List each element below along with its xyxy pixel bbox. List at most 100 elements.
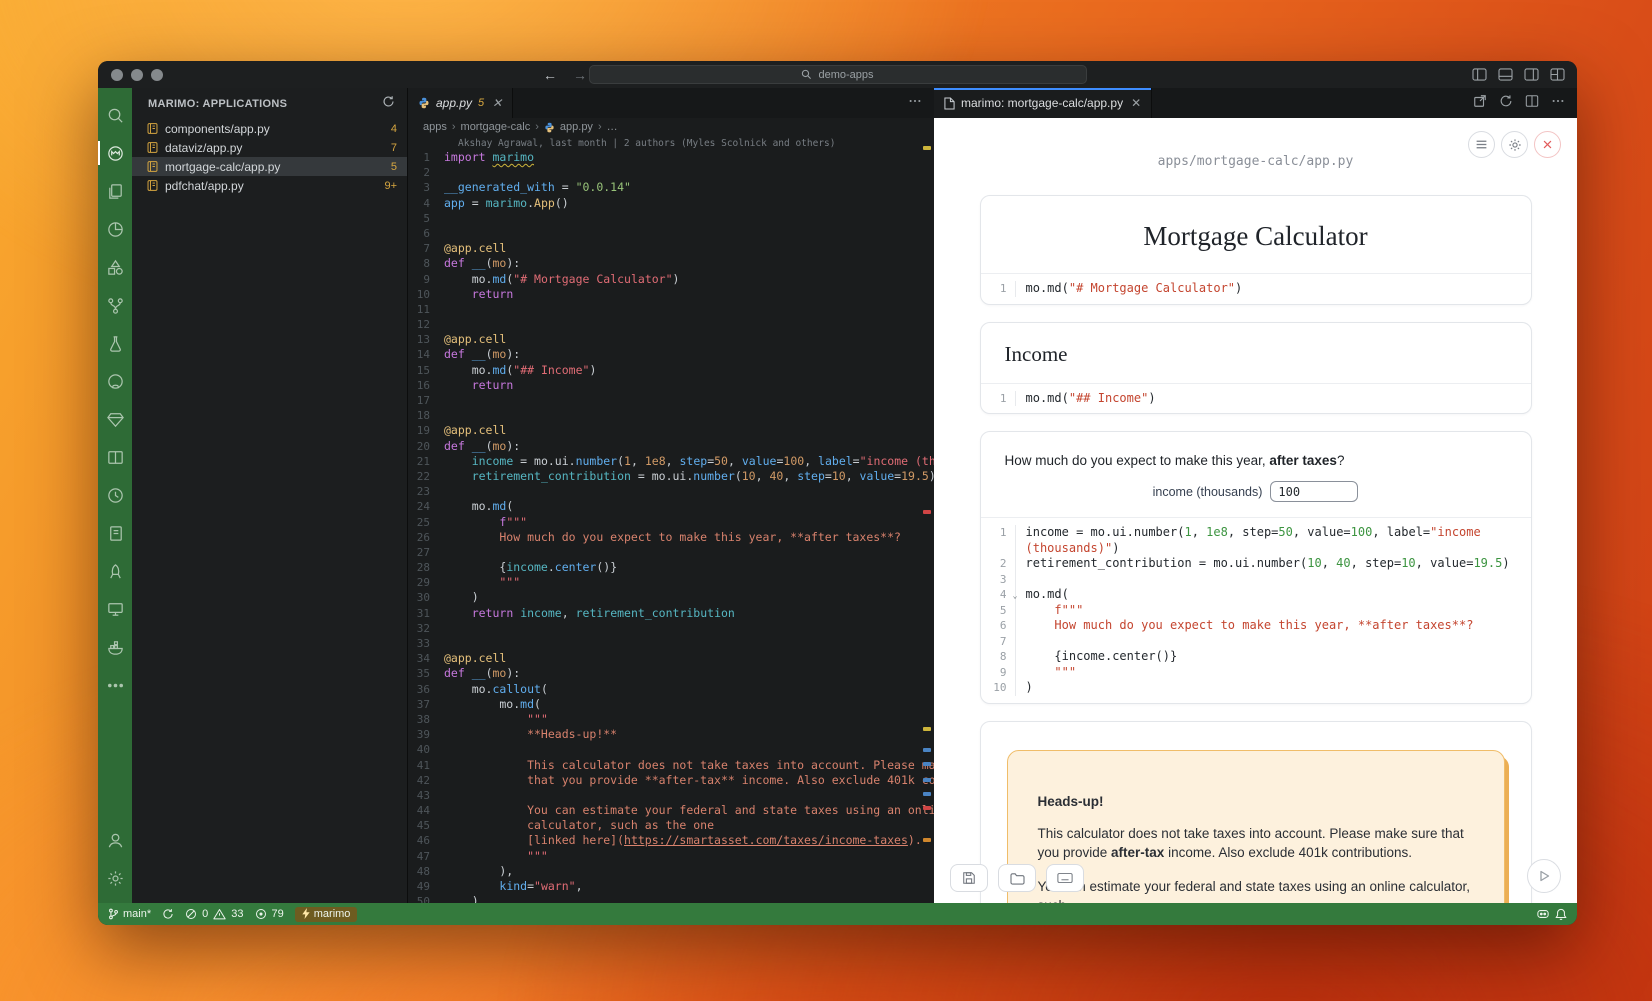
code-line[interactable]: 18 xyxy=(408,408,934,423)
devices-icon[interactable] xyxy=(98,590,132,628)
breadcrumb-item[interactable]: mortgage-calc xyxy=(461,121,531,133)
history-forward-button[interactable]: → xyxy=(573,67,587,83)
pie-icon[interactable] xyxy=(98,210,132,248)
settings-icon[interactable] xyxy=(98,859,132,897)
fold-chevron-icon[interactable]: ⌄ xyxy=(1013,588,1018,604)
settings-button[interactable] xyxy=(1501,131,1528,158)
toggle-secondary-sidebar-icon[interactable] xyxy=(1524,68,1539,81)
code-line[interactable]: 15 mo.md("## Income") xyxy=(408,363,934,378)
income-input[interactable] xyxy=(1270,481,1358,502)
github-icon[interactable] xyxy=(98,362,132,400)
code-line[interactable]: 25 f""" xyxy=(408,515,934,530)
traffic-lights[interactable] xyxy=(98,69,163,81)
code-line[interactable]: 3__generated_with = "0.0.14" xyxy=(408,180,934,195)
code-line[interactable]: 24 mo.md( xyxy=(408,499,934,514)
code-line[interactable]: 39 **Heads-up!** xyxy=(408,727,934,742)
sidebar-file-dataviz-app-py[interactable]: dataviz/app.py7 xyxy=(132,138,407,157)
minimize-window-button[interactable] xyxy=(131,69,143,81)
code-line[interactable]: 26 How much do you expect to make this y… xyxy=(408,530,934,545)
code-line[interactable]: 12 xyxy=(408,317,934,332)
code-line[interactable]: 5 xyxy=(408,211,934,226)
refresh-icon[interactable] xyxy=(1499,94,1513,113)
gitlens-annotation[interactable]: Akshay Agrawal, last month | 2 authors (… xyxy=(408,137,934,150)
cell-code[interactable]: 1mo.md("## Income") xyxy=(981,383,1531,414)
code-line[interactable]: 35def __(mo): xyxy=(408,666,934,681)
code-line[interactable]: 42 that you provide **after-tax** income… xyxy=(408,773,934,788)
code-line[interactable]: 2 xyxy=(408,165,934,180)
tab-app-py[interactable]: app.py 5 ✕ xyxy=(408,88,513,118)
tab-marimo-preview[interactable]: marimo: mortgage-calc/app.py ✕ xyxy=(934,88,1152,118)
gem-icon[interactable] xyxy=(98,400,132,438)
menu-button[interactable] xyxy=(1468,131,1495,158)
code-line[interactable]: 27 xyxy=(408,545,934,560)
refresh-icon[interactable] xyxy=(382,95,395,113)
more-actions-icon[interactable] xyxy=(908,94,922,113)
code-line[interactable]: 33 xyxy=(408,636,934,651)
git-branch-status[interactable]: main* xyxy=(108,908,151,920)
code-line[interactable]: 43 xyxy=(408,788,934,803)
code-line[interactable]: 13@app.cell xyxy=(408,332,934,347)
files-copy-icon[interactable] xyxy=(98,172,132,210)
copilot-icon[interactable] xyxy=(1536,908,1550,920)
code-line[interactable]: 48 ), xyxy=(408,864,934,879)
shapes-icon[interactable] xyxy=(98,248,132,286)
cell-code[interactable]: 1income = mo.ui.number(1, 1e8, step=50, … xyxy=(981,517,1531,703)
code-line[interactable]: 28 {income.center()} xyxy=(408,560,934,575)
sidebar-file-pdfchat-app-py[interactable]: pdfchat/app.py9+ xyxy=(132,176,407,195)
notebook-icon[interactable] xyxy=(98,514,132,552)
more-icon[interactable] xyxy=(98,666,132,704)
shutdown-button[interactable] xyxy=(1534,131,1561,158)
code-editor[interactable]: Akshay Agrawal, last month | 2 authors (… xyxy=(408,136,934,903)
close-tab-icon[interactable]: ✕ xyxy=(492,96,502,110)
sidebar-file-components-app-py[interactable]: components/app.py4 xyxy=(132,119,407,138)
notifications-bell-icon[interactable] xyxy=(1555,908,1567,921)
code-line[interactable]: 19@app.cell xyxy=(408,423,934,438)
code-line[interactable]: 8def __(mo): xyxy=(408,256,934,271)
code-line[interactable]: 36 mo.callout( xyxy=(408,682,934,697)
code-line[interactable]: 23 xyxy=(408,484,934,499)
code-line[interactable]: 40 xyxy=(408,742,934,757)
code-line[interactable]: 38 """ xyxy=(408,712,934,727)
docker-icon[interactable] xyxy=(98,628,132,666)
breadcrumb-item[interactable]: … xyxy=(607,121,618,133)
breadcrumb-item[interactable]: apps xyxy=(423,121,447,133)
problems-status[interactable]: 0 33 xyxy=(185,908,243,920)
code-line[interactable]: 14def __(mo): xyxy=(408,347,934,362)
code-line[interactable]: 50 ) xyxy=(408,894,934,903)
search-icon[interactable] xyxy=(98,96,132,134)
code-line[interactable]: 9 mo.md("# Mortgage Calculator") xyxy=(408,272,934,287)
open-external-icon[interactable] xyxy=(1473,94,1487,113)
breadcrumb-item[interactable]: app.py xyxy=(560,121,593,133)
more-actions-icon[interactable] xyxy=(1551,94,1565,113)
rocket-icon[interactable] xyxy=(98,552,132,590)
code-line[interactable]: 10 return xyxy=(408,287,934,302)
code-line[interactable]: 20def __(mo): xyxy=(408,439,934,454)
code-line[interactable]: 16 return xyxy=(408,378,934,393)
code-line[interactable]: 41 This calculator does not take taxes i… xyxy=(408,758,934,773)
marimo-extension-badge[interactable]: marimo xyxy=(295,907,358,922)
breadcrumb[interactable]: apps › mortgage-calc › app.py › … xyxy=(408,118,934,136)
code-line[interactable]: 17 xyxy=(408,393,934,408)
zoom-window-button[interactable] xyxy=(151,69,163,81)
files-button[interactable] xyxy=(998,864,1036,892)
code-line[interactable]: 30 ) xyxy=(408,590,934,605)
account-icon[interactable] xyxy=(98,821,132,859)
sidebar-file-mortgage-calc-app-py[interactable]: mortgage-calc/app.py5 xyxy=(132,157,407,176)
code-line[interactable]: 29 """ xyxy=(408,575,934,590)
code-line[interactable]: 46 [linked here](https://smartasset.com/… xyxy=(408,833,934,848)
code-line[interactable]: 45 calculator, such as the one xyxy=(408,818,934,833)
marimo-icon[interactable] xyxy=(98,134,132,172)
close-tab-icon[interactable]: ✕ xyxy=(1131,96,1141,110)
code-line[interactable]: 34@app.cell xyxy=(408,651,934,666)
customize-layout-icon[interactable] xyxy=(1550,68,1565,81)
cell-code[interactable]: 1mo.md("# Mortgage Calculator") xyxy=(981,273,1531,304)
code-line[interactable]: 44 You can estimate your federal and sta… xyxy=(408,803,934,818)
code-line[interactable]: 1import marimo xyxy=(408,150,934,165)
code-line[interactable]: 6 xyxy=(408,226,934,241)
code-line[interactable]: 37 mo.md( xyxy=(408,697,934,712)
beaker-icon[interactable] xyxy=(98,324,132,362)
split-layout-icon[interactable] xyxy=(98,438,132,476)
git-fork-icon[interactable] xyxy=(98,286,132,324)
code-line[interactable]: 49 kind="warn", xyxy=(408,879,934,894)
code-line[interactable]: 22 retirement_contribution = mo.ui.numbe… xyxy=(408,469,934,484)
